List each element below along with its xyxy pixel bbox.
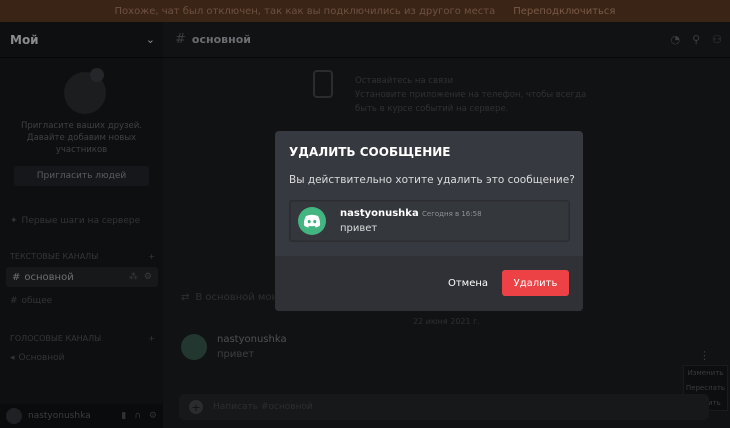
tip-body: Установите приложение на телефон, чтобы … bbox=[355, 90, 587, 114]
message-preview: nastyonushka Сегодня в 16:58 привет bbox=[289, 200, 570, 242]
channel-item-main[interactable]: # основной ⁂ ⚙ bbox=[6, 267, 158, 287]
hash-icon: # bbox=[12, 271, 21, 283]
avatar[interactable] bbox=[181, 334, 207, 360]
message-text: привет bbox=[217, 349, 255, 360]
server-header[interactable]: Мой ⌄ bbox=[0, 22, 163, 58]
day-separator: 22 июня 2021 г. bbox=[413, 317, 480, 326]
message-author[interactable]: nastyonushka bbox=[217, 334, 287, 345]
invite-card: Пригласите ваших друзей. Давайте добавим… bbox=[8, 66, 155, 186]
avatar bbox=[298, 207, 326, 235]
arrows-icon: ⇄ bbox=[181, 292, 190, 303]
notice-text: Похоже, чат был отключен, так как вы под… bbox=[114, 5, 496, 17]
preview-author: nastyonushka bbox=[340, 208, 419, 219]
invite-text: Пригласите ваших друзей. Давайте добавим… bbox=[20, 121, 143, 155]
phone-icon bbox=[313, 70, 333, 98]
modal-description: Вы действительно хотите удалить это сооб… bbox=[289, 174, 575, 186]
hash-icon: # bbox=[175, 32, 186, 47]
invite-people-button[interactable]: Пригласить людей bbox=[14, 166, 149, 186]
voice-channel-label: Основной bbox=[18, 353, 65, 363]
headphones-icon[interactable]: ∩ bbox=[134, 411, 141, 421]
members-icon[interactable]: ⚇ bbox=[712, 33, 722, 46]
avatar[interactable] bbox=[6, 408, 22, 424]
plus-icon[interactable]: + bbox=[189, 400, 203, 414]
channel-sidebar: Мой ⌄ Пригласите ваших друзей. Давайте д… bbox=[0, 22, 163, 428]
user-panel: nastyonushka ▮ ∩ ⚙ bbox=[0, 404, 163, 428]
more-options-icon[interactable]: ⋮ bbox=[699, 349, 710, 362]
reconnect-link[interactable]: Переподключиться bbox=[513, 6, 615, 17]
text-category[interactable]: ТЕКСТОВЫЕ КАНАЛЫ + bbox=[10, 252, 155, 261]
username: nastyonushka bbox=[28, 411, 91, 421]
voice-channel-item[interactable]: ◂ Основной bbox=[10, 353, 65, 363]
discord-logo-icon bbox=[303, 214, 321, 228]
setup-label: Первые шаги на сервере bbox=[21, 216, 141, 226]
speaker-icon: ◂ bbox=[10, 353, 15, 363]
channel-header: # основной ◔ ⚲ ⚇ bbox=[163, 22, 730, 58]
server-name: Мой bbox=[10, 32, 39, 47]
mic-icon[interactable]: ▮ bbox=[121, 411, 126, 421]
mobile-tip: Оставайтесь на связи Установите приложен… bbox=[355, 74, 595, 116]
tip-title: Оставайтесь на связи bbox=[355, 76, 454, 86]
invite-icon[interactable]: ⁂ bbox=[129, 272, 138, 282]
channel-label: общее bbox=[21, 296, 53, 306]
text-category-label: ТЕКСТОВЫЕ КАНАЛЫ bbox=[10, 252, 99, 261]
delete-message-modal: УДАЛИТЬ СООБЩЕНИЕ Вы действительно хотит… bbox=[275, 131, 583, 311]
sparkle-icon: ✦ bbox=[10, 216, 18, 226]
connection-notice-bar: Похоже, чат был отключен, так как вы под… bbox=[0, 0, 730, 22]
modal-title: УДАЛИТЬ СООБЩЕНИЕ bbox=[289, 145, 451, 159]
message[interactable]: nastyonushka привет bbox=[181, 334, 287, 360]
setup-item[interactable]: ✦ Первые шаги на сервере bbox=[10, 216, 140, 226]
add-channel-icon[interactable]: + bbox=[148, 252, 155, 261]
composer-placeholder: Написать #основной bbox=[213, 402, 313, 412]
add-channel-icon[interactable]: + bbox=[148, 334, 155, 343]
preview-text: привет bbox=[340, 223, 378, 234]
chevron-down-icon[interactable]: ⌄ bbox=[146, 33, 155, 46]
preview-timestamp: Сегодня в 16:58 bbox=[422, 210, 482, 218]
invite-illustration-icon bbox=[64, 68, 106, 114]
cancel-button[interactable]: Отмена bbox=[443, 270, 493, 296]
bell-icon[interactable]: ◔ bbox=[670, 33, 680, 46]
modal-footer: Отмена Удалить bbox=[275, 256, 583, 311]
channel-label: основной bbox=[24, 271, 74, 283]
channel-item-general[interactable]: # общее bbox=[10, 296, 52, 306]
context-forward[interactable]: Переслать bbox=[686, 384, 725, 392]
voice-category-label: ГОЛОСОВЫЕ КАНАЛЫ bbox=[10, 334, 102, 343]
voice-category[interactable]: ГОЛОСОВЫЕ КАНАЛЫ + bbox=[10, 334, 155, 343]
gear-icon[interactable]: ⚙ bbox=[149, 411, 157, 421]
gear-icon[interactable]: ⚙ bbox=[144, 272, 152, 282]
message-composer[interactable]: + Написать #основной bbox=[179, 394, 709, 420]
delete-button[interactable]: Удалить bbox=[502, 270, 569, 296]
context-edit[interactable]: Изменить bbox=[688, 369, 724, 377]
channel-title: основной bbox=[191, 33, 251, 46]
pin-icon[interactable]: ⚲ bbox=[692, 33, 700, 46]
hash-icon: # bbox=[10, 296, 18, 306]
